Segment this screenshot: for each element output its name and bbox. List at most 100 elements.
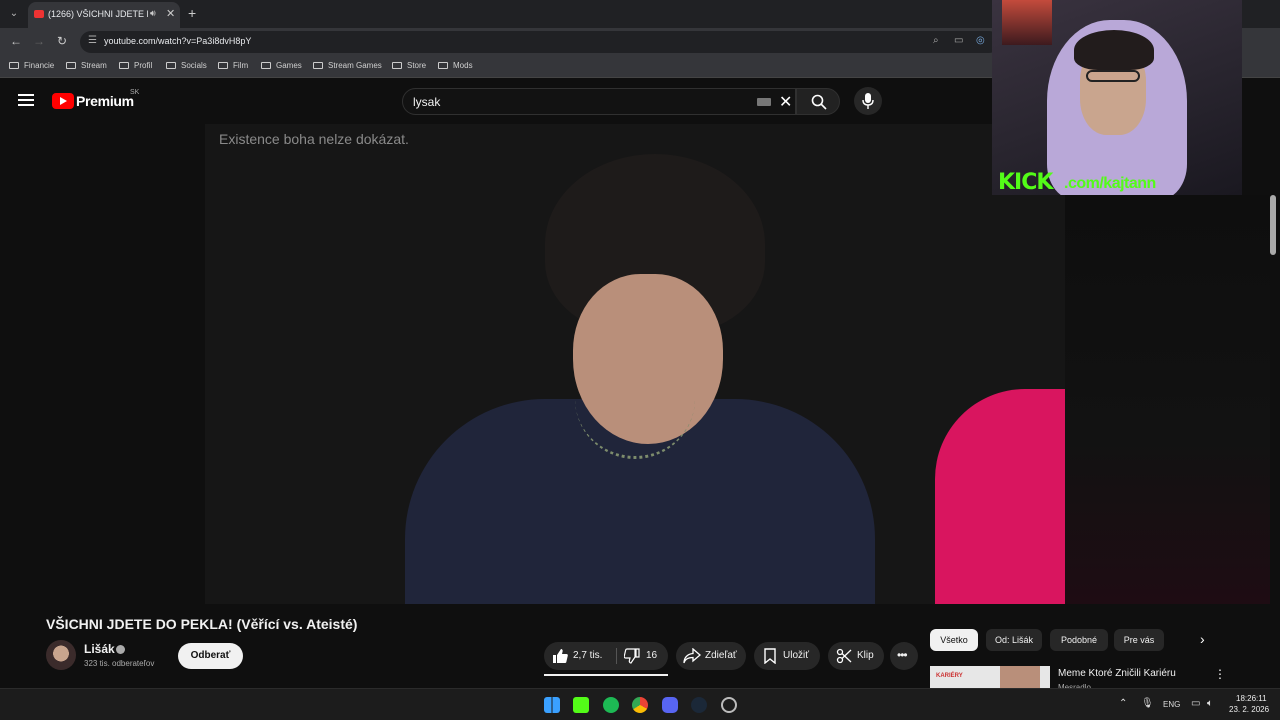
chip-for-you[interactable]: Pre vás: [1114, 629, 1164, 651]
folder-icon: [66, 62, 76, 69]
verified-badge-icon: [116, 645, 125, 654]
lens-icon[interactable]: ◎: [976, 35, 985, 46]
bookmark-store[interactable]: Store: [392, 61, 426, 70]
windows-taskbar: ⌃ 🎙︎ ENG ▭ 🔈︎ 18:26:11 23. 2. 2026: [0, 688, 1280, 720]
discord-icon[interactable]: [662, 697, 678, 713]
search-button[interactable]: [796, 88, 840, 115]
thumbs-up-icon: [553, 649, 568, 663]
chrome-icon[interactable]: [632, 697, 648, 713]
webcam-overlay: KICK .com/kajtann: [992, 0, 1242, 195]
close-tab-icon[interactable]: ✕: [166, 7, 175, 20]
kick-app-icon[interactable]: [573, 697, 589, 713]
bookmark-financie[interactable]: Financie: [9, 61, 54, 70]
folder-icon: [313, 62, 323, 69]
video-title: VŠICHNI JDETE DO PEKLA! (Věřící vs. Atei…: [46, 616, 358, 632]
bookmark-film[interactable]: Film: [218, 61, 248, 70]
youtube-logo-icon[interactable]: [52, 93, 74, 109]
chip-from-channel[interactable]: Od: Lišák: [986, 629, 1042, 651]
spotify-icon[interactable]: [603, 697, 619, 713]
like-count: 2,7 tis.: [573, 650, 603, 661]
bookmark-stream[interactable]: Stream: [66, 61, 107, 70]
folder-icon: [392, 62, 402, 69]
channel-avatar[interactable]: [46, 640, 76, 670]
like-button[interactable]: 2,7 tis.: [544, 642, 614, 670]
like-divider: [616, 648, 617, 664]
channel-name[interactable]: Lišák: [84, 642, 115, 656]
folder-icon: [438, 62, 448, 69]
clip-button[interactable]: Klip: [828, 642, 884, 670]
keyboard-icon[interactable]: [757, 98, 771, 106]
dislike-count: 16: [646, 650, 658, 661]
zoom-icon[interactable]: ⌕: [933, 35, 939, 46]
video-subtitle: Existence boha nelze dokázat.: [219, 131, 409, 147]
more-actions-button[interactable]: •••: [890, 642, 918, 670]
recommendation-title[interactable]: Meme Ktoré Zničili Kariéru: [1058, 668, 1176, 679]
thumbnail-text: KARIÉRY: [936, 673, 963, 679]
search-icon: [811, 94, 827, 110]
cast-icon[interactable]: ▭: [954, 35, 963, 46]
chip-all[interactable]: Všetko: [930, 629, 978, 651]
webcam-background-screen: [1002, 0, 1052, 45]
dislike-button[interactable]: 16: [618, 642, 668, 670]
address-bar[interactable]: ☰ youtube.com/watch?v=Pa3i8dvH8pY ⌕ ▭ ◎: [80, 31, 1000, 53]
url-text[interactable]: youtube.com/watch?v=Pa3i8dvH8pY: [104, 36, 251, 46]
scissors-icon: [836, 648, 852, 664]
chevron-right-icon[interactable]: ›: [1200, 631, 1205, 647]
share-button[interactable]: Zdieľať: [676, 642, 746, 670]
tab-search-dropdown-icon[interactable]: ⌄: [6, 6, 22, 22]
steam-icon[interactable]: [691, 697, 707, 713]
reload-icon[interactable]: ↻: [57, 34, 67, 48]
settings-gear-icon[interactable]: [721, 697, 737, 713]
forward-arrow-icon[interactable]: →: [33, 34, 45, 48]
subscribe-button[interactable]: Odberať: [178, 643, 243, 669]
tray-overflow-icon[interactable]: ⌃: [1119, 698, 1127, 709]
scrollbar-thumb[interactable]: [1270, 195, 1276, 255]
tray-microphone-icon[interactable]: 🎙︎: [1141, 698, 1154, 709]
recommendation-thumbnail[interactable]: KARIÉRY: [930, 666, 1050, 688]
clock-time[interactable]: 18:26:11: [1236, 694, 1267, 703]
subscriber-count: 323 tis. odberateľov: [84, 659, 155, 668]
bookmark-icon: [764, 648, 776, 664]
share-icon: [683, 648, 701, 664]
microphone-icon: [862, 93, 874, 109]
thumbnail-face: [1000, 666, 1040, 688]
clock-date[interactable]: 23. 2. 2026: [1229, 705, 1269, 714]
folder-icon: [166, 62, 176, 69]
new-tab-icon[interactable]: +: [188, 5, 196, 21]
search-box[interactable]: lysak ✕: [402, 88, 796, 115]
video-pink-figure: [935, 389, 1065, 604]
clear-search-icon[interactable]: ✕: [779, 92, 792, 112]
voice-search-button[interactable]: [854, 87, 882, 115]
premium-label[interactable]: Premium: [76, 93, 134, 109]
video-player[interactable]: Existence boha nelze dokázat.: [205, 124, 1065, 604]
bookmark-games[interactable]: Games: [261, 61, 302, 70]
secondary-column: [1065, 195, 1270, 604]
folder-icon: [218, 62, 228, 69]
browser-tab[interactable]: (1266) VŠICHNI JDETE DO PEKLA! 🔊︎ ✕: [28, 2, 180, 28]
tab-title: (1266) VŠICHNI JDETE DO PEKLA!: [48, 9, 148, 19]
bookmark-socials[interactable]: Socials: [166, 61, 207, 70]
more-vertical-icon[interactable]: ⋮: [1214, 667, 1226, 681]
youtube-favicon-icon: [34, 10, 44, 18]
bookmark-profil[interactable]: Profil: [119, 61, 152, 70]
site-info-icon[interactable]: ☰: [88, 35, 97, 46]
save-button[interactable]: Uložiť: [754, 642, 820, 670]
volume-icon[interactable]: 🔈︎: [1207, 698, 1213, 709]
bookmark-stream-games[interactable]: Stream Games: [313, 61, 382, 70]
kick-url: .com/kajtann: [1064, 175, 1156, 192]
search-input[interactable]: lysak: [413, 95, 440, 109]
folder-icon: [119, 62, 129, 69]
folder-icon: [261, 62, 271, 69]
folder-icon: [9, 62, 19, 69]
webcam-streamer-glasses: [1086, 70, 1140, 82]
like-ratio-bar: [544, 674, 668, 676]
windows-start-icon[interactable]: [544, 697, 560, 713]
speaker-icon[interactable]: 🔊︎: [150, 8, 156, 19]
hamburger-menu-icon[interactable]: [18, 94, 34, 106]
bookmark-mods[interactable]: Mods: [438, 61, 473, 70]
network-icon[interactable]: ▭: [1191, 698, 1200, 709]
chip-related[interactable]: Podobné: [1050, 629, 1108, 651]
country-code: SK: [130, 89, 140, 96]
language-indicator[interactable]: ENG: [1163, 700, 1180, 709]
back-arrow-icon[interactable]: ←: [10, 34, 22, 48]
